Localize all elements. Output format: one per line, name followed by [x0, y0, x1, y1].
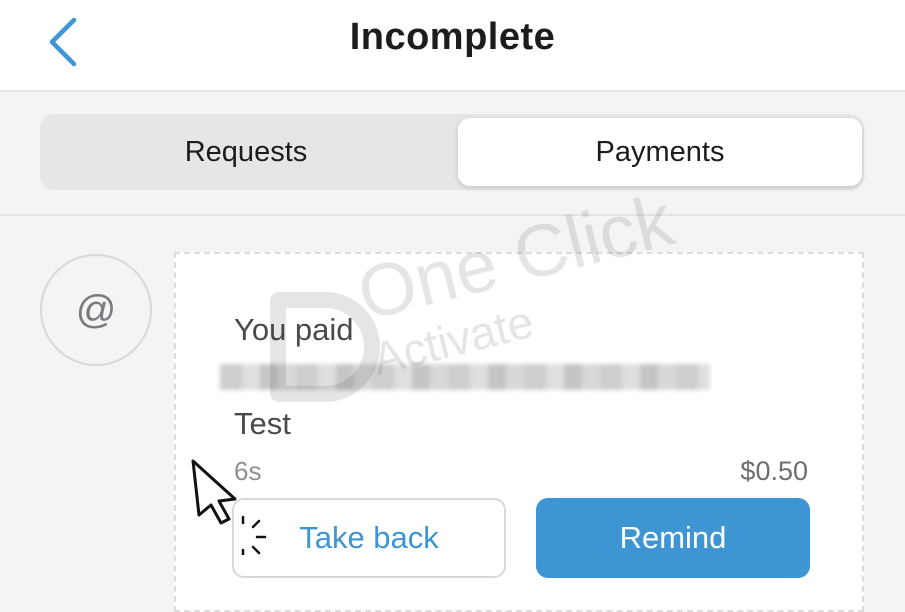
transaction-note: Test	[234, 406, 291, 441]
redacted-recipient	[220, 364, 710, 390]
at-sign-icon: @	[75, 287, 117, 332]
segment-area: Requests Payments	[0, 92, 905, 216]
segmented-control: Requests Payments	[40, 114, 864, 190]
transaction-card: You paid Test 6s $0.50 Take back Remind	[174, 252, 864, 612]
avatar: @	[40, 254, 152, 366]
page-title: Incomplete	[349, 16, 556, 58]
tab-payments[interactable]: Payments	[458, 118, 862, 186]
transaction-label: You paid	[234, 312, 354, 347]
tab-requests[interactable]: Requests	[44, 118, 448, 186]
nav-header: Incomplete	[0, 0, 905, 92]
transaction-amount: $0.50	[740, 456, 808, 486]
remind-button[interactable]: Remind	[536, 498, 810, 578]
transaction-time: 6s	[234, 456, 262, 486]
take-back-button[interactable]: Take back	[232, 498, 506, 578]
